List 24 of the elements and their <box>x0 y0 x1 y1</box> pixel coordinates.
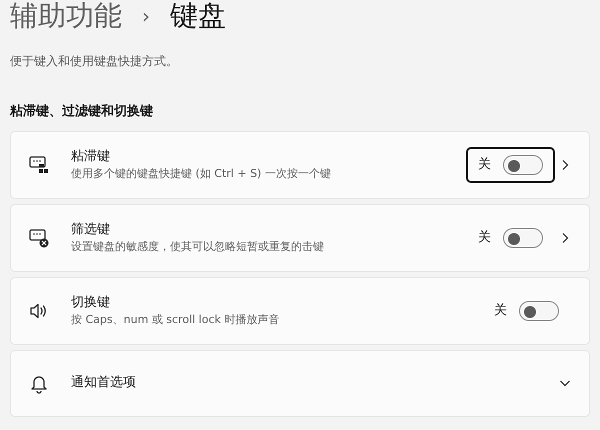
setting-card[interactable]: 通知首选项 <box>10 350 590 416</box>
toggle-state-label: 关 <box>494 302 507 320</box>
setting-card[interactable]: 切换键 按 Caps、num 或 scroll lock 时播放声音 关 <box>10 276 590 344</box>
setting-description: 使用多个键的键盘快捷键 (如 Ctrl + S) 一次按一个键 <box>71 166 332 182</box>
toggle-switch[interactable] <box>519 300 559 320</box>
toggle-switch[interactable] <box>503 228 543 248</box>
setting-description: 设置键盘的敏感度，使其可以忽略短暂或重复的击键 <box>71 238 325 254</box>
setting-title: 切换键 <box>71 294 111 312</box>
toggle-switch[interactable] <box>503 154 543 174</box>
keyboard-icon <box>28 226 50 248</box>
section-title: 粘滞键、过滤键和切换键 <box>10 103 154 121</box>
setting-card[interactable]: 筛选键 设置键盘的敏感度，使其可以忽略短暂或重复的击键 关 <box>10 204 590 272</box>
setting-title: 筛选键 <box>71 220 111 238</box>
breadcrumb-link[interactable]: 辅助功能 <box>10 2 122 30</box>
setting-card[interactable]: 粘滞键 使用多个键的键盘快捷键 (如 Ctrl + S) 一次按一个键 关 <box>10 130 590 198</box>
page-description: 便于键入和使用键盘快捷方式。 <box>10 53 179 70</box>
toggle-state-label: 关 <box>478 228 491 247</box>
keyboard-icon <box>28 154 50 176</box>
setting-title: 粘滞键 <box>71 148 111 166</box>
setting-title: 通知首选项 <box>71 374 137 392</box>
toggle-state-label: 关 <box>478 156 491 174</box>
setting-description: 按 Caps、num 或 scroll lock 时播放声音 <box>71 312 280 328</box>
breadcrumb-separator: › <box>141 3 151 30</box>
page-title: 键盘 <box>170 2 226 30</box>
